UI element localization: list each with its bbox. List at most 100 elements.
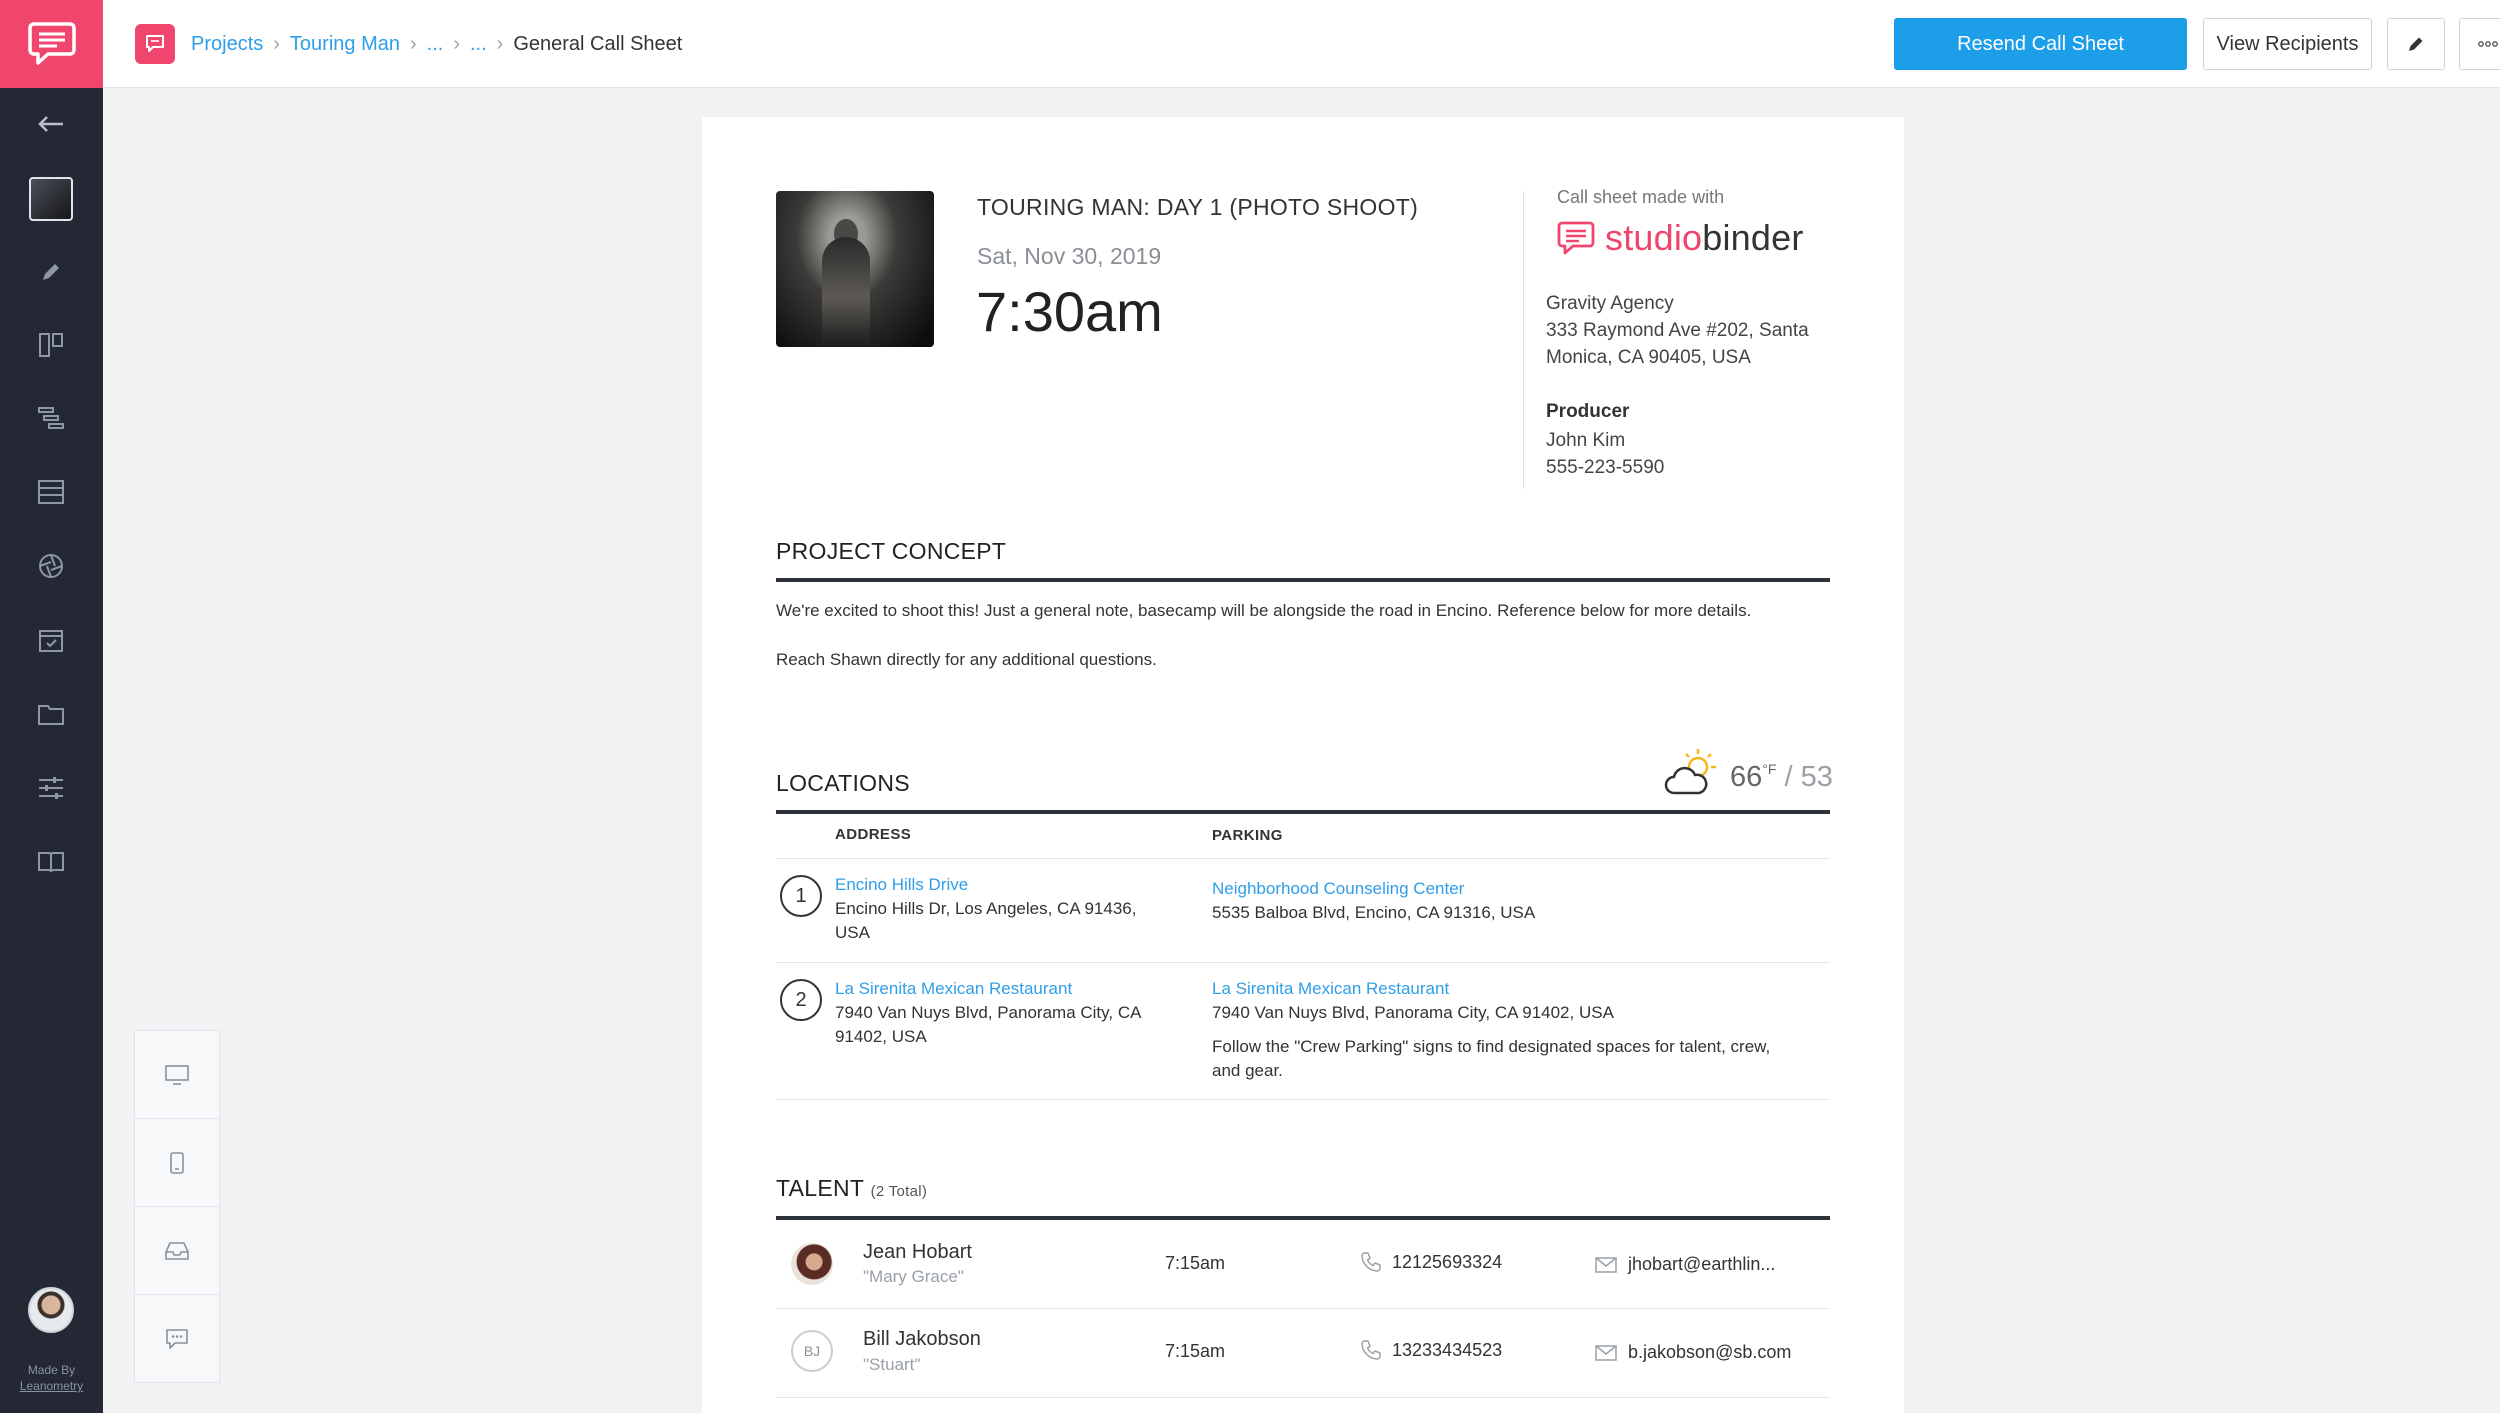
- section-divider: [776, 578, 1830, 582]
- chat-bubble-logo-icon: [1557, 221, 1595, 255]
- sliders-icon[interactable]: [31, 768, 71, 808]
- company-info: Gravity Agency 333 Raymond Ave #202, San…: [1546, 290, 1856, 371]
- aperture-icon[interactable]: [31, 546, 71, 586]
- location-parking: La Sirenita Mexican Restaurant 7940 Van …: [1212, 977, 1792, 1083]
- temperature-low: 53: [1800, 761, 1833, 793]
- location-number: 1: [780, 875, 822, 917]
- talent-email[interactable]: b.jakobson@sb.com: [1594, 1342, 1791, 1363]
- header-divider: [1523, 191, 1524, 489]
- project-cover-image: [776, 191, 934, 347]
- temperature-high: 66: [1730, 761, 1763, 793]
- sms-preview-button[interactable]: [135, 1295, 219, 1383]
- location-name-link[interactable]: La Sirenita Mexican Restaurant: [835, 977, 1175, 1001]
- chevron-right-icon: ›: [273, 32, 280, 55]
- list-icon[interactable]: [31, 472, 71, 512]
- section-divider: [776, 1216, 1830, 1220]
- breadcrumb-ellipsis-1[interactable]: ...: [427, 33, 444, 56]
- folder-icon[interactable]: [31, 694, 71, 734]
- mobile-preview-button[interactable]: [135, 1119, 219, 1207]
- chevron-right-icon: ›: [496, 32, 504, 55]
- talent-name: Jean Hobart: [863, 1241, 972, 1263]
- breadcrumb-current: General Call Sheet: [513, 32, 683, 55]
- producer-info: John Kim 555-223-5590: [1546, 427, 1664, 481]
- made-with-label: Call sheet made with: [1557, 187, 1725, 207]
- pencil-icon[interactable]: [31, 252, 71, 292]
- locations-title: LOCATIONS: [776, 770, 910, 796]
- book-icon[interactable]: [31, 842, 71, 882]
- breadcrumb-ellipsis-2[interactable]: ...: [470, 33, 487, 56]
- company-address: 333 Raymond Ave #202, Santa Monica, CA 9…: [1546, 320, 1809, 368]
- message-icon: [166, 1329, 188, 1349]
- producer-phone: 555-223-5590: [1546, 457, 1665, 478]
- pencil-icon: [2409, 37, 2423, 51]
- talent-call-time: 7:15am: [1165, 1253, 1226, 1273]
- talent-role: "Stuart": [863, 1355, 921, 1374]
- location-name-link[interactable]: Encino Hills Drive: [835, 873, 1175, 897]
- top-bar: Projects › Touring Man › ... › ... › Gen…: [103, 0, 2500, 88]
- talent-phone[interactable]: 12125693324: [1360, 1251, 1502, 1273]
- back-arrow-icon[interactable]: [31, 104, 71, 144]
- mail-icon: [1595, 1256, 1617, 1273]
- talent-title: TALENT (2 Total): [776, 1175, 928, 1201]
- location-address: La Sirenita Mexican Restaurant 7940 Van …: [835, 977, 1175, 1049]
- talent-avatar-initials: BJ: [791, 1330, 833, 1372]
- location-parking: Neighborhood Counseling Center 5535 Balb…: [1212, 877, 1772, 925]
- talent-count: (2 Total): [870, 1183, 928, 1200]
- project-thumbnail[interactable]: [29, 177, 73, 221]
- chevron-right-icon: ›: [453, 32, 460, 55]
- talent-phone[interactable]: 13233434523: [1360, 1339, 1502, 1361]
- temperature: 66°F / 53: [1730, 761, 1833, 793]
- parking-name-link[interactable]: La Sirenita Mexican Restaurant: [1212, 977, 1792, 1001]
- breadcrumb: Projects › Touring Man › ... › ... › Gen…: [191, 30, 682, 58]
- parking-column-header: PARKING: [1212, 827, 1283, 844]
- breadcrumb-projects[interactable]: Projects: [191, 33, 263, 56]
- row-divider: [776, 962, 1830, 963]
- talent-name: Bill Jakobson: [863, 1328, 981, 1350]
- producer-name: John Kim: [1546, 430, 1626, 451]
- breadcrumb-project[interactable]: Touring Man: [290, 33, 400, 56]
- user-avatar[interactable]: [28, 1287, 74, 1333]
- calendar-icon[interactable]: [31, 620, 71, 660]
- chat-bubble-logo-icon: [27, 22, 76, 65]
- made-by-credit[interactable]: Made By Leanometry: [0, 1362, 103, 1394]
- email-preview-button[interactable]: [135, 1207, 219, 1295]
- call-sheet-document: TOURING MAN: DAY 1 (PHOTO SHOOT) Sat, No…: [702, 117, 1904, 1413]
- phone-icon: [1361, 1252, 1381, 1272]
- studiobinder-brand-logo[interactable]: studiobinder: [1557, 217, 1804, 259]
- more-options-button[interactable]: [2459, 18, 2500, 70]
- location-number: 2: [780, 979, 822, 1021]
- view-recipients-button[interactable]: View Recipients: [2203, 18, 2372, 70]
- project-concept-title: PROJECT CONCEPT: [776, 538, 1007, 564]
- row-divider: [776, 858, 1830, 859]
- call-sheet-app-icon[interactable]: [135, 24, 175, 64]
- phone-icon: [1361, 1340, 1381, 1360]
- event-date: Sat, Nov 30, 2019: [977, 243, 1162, 269]
- gantt-icon[interactable]: [31, 398, 71, 438]
- desktop-preview-button[interactable]: [135, 1031, 219, 1119]
- parking-name-link[interactable]: Neighborhood Counseling Center: [1212, 877, 1772, 901]
- talent-avatar: [791, 1243, 833, 1285]
- more-dots-icon: [2478, 41, 2498, 47]
- general-call-time: 7:30am: [976, 280, 1163, 343]
- chevron-right-icon: ›: [409, 32, 417, 55]
- edit-button[interactable]: [2387, 18, 2445, 70]
- producer-label: Producer: [1546, 401, 1630, 422]
- project-concept-text: We're excited to shoot this! Just a gene…: [776, 601, 1752, 669]
- board-icon[interactable]: [31, 325, 71, 365]
- address-column-header: ADDRESS: [835, 826, 912, 843]
- row-divider: [776, 1397, 1830, 1398]
- inbox-icon: [165, 1241, 189, 1260]
- company-name: Gravity Agency: [1546, 293, 1674, 314]
- desktop-icon: [165, 1064, 189, 1085]
- row-divider: [776, 1308, 1830, 1309]
- parking-note: Follow the "Crew Parking" signs to find …: [1212, 1037, 1771, 1080]
- talent-email[interactable]: jhobart@earthlin...: [1594, 1254, 1775, 1275]
- talent-role: "Mary Grace": [863, 1267, 964, 1286]
- mail-icon: [1595, 1344, 1617, 1361]
- preview-device-bar: [134, 1030, 220, 1383]
- event-title: TOURING MAN: DAY 1 (PHOTO SHOOT): [977, 194, 1419, 220]
- resend-call-sheet-button[interactable]: Resend Call Sheet: [1894, 18, 2187, 70]
- location-address: Encino Hills Drive Encino Hills Dr, Los …: [835, 873, 1175, 945]
- section-divider: [776, 810, 1830, 814]
- studiobinder-logo[interactable]: [0, 0, 103, 88]
